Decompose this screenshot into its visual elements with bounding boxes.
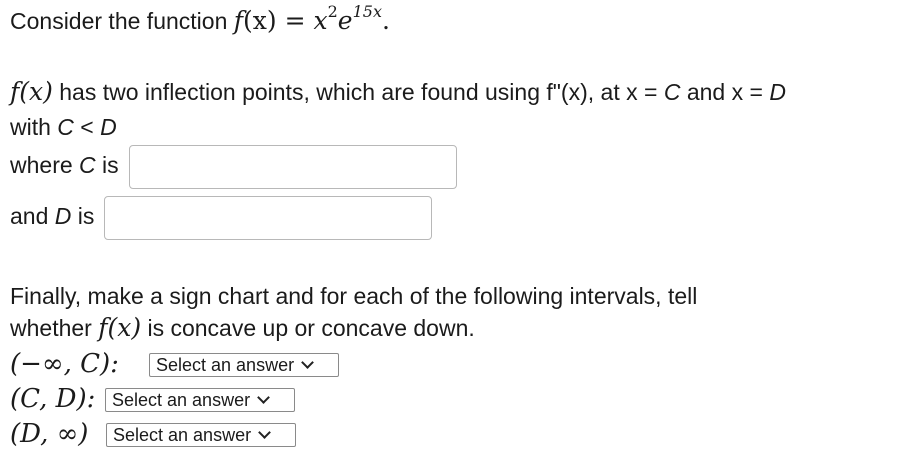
sign-chart-line1: Finally, make a sign chart and for each … (10, 281, 697, 311)
interval-select-3[interactable]: Select an answer (106, 423, 296, 447)
interval-select-1[interactable]: Select an answer (149, 353, 339, 377)
d-value-input[interactable] (104, 196, 432, 240)
base-var: x (313, 6, 328, 35)
interval-label-2: (C, D): (10, 384, 96, 414)
interval-select-2-value: Select an answer (112, 389, 251, 410)
and-text-d: and (10, 203, 55, 229)
c-answer-label: where C is (10, 150, 119, 180)
interval-label-1: (−∞, C): (10, 349, 119, 379)
c-value-input[interactable] (129, 145, 457, 189)
inflection-sentence: f(x) has two inflection points, which ar… (10, 77, 786, 107)
intro-text: Consider the function (10, 8, 228, 34)
condition-sentence: with C < D (10, 112, 117, 142)
sign-chart-text1: Finally, make a sign chart and for each … (10, 283, 698, 309)
equals-sign: = (284, 6, 306, 35)
where-text: where (10, 152, 80, 178)
inflection-func-label: f(x) (10, 77, 53, 106)
x-eq-c: x = (626, 79, 664, 105)
func-name: f (233, 6, 244, 35)
d-var: D (769, 79, 786, 105)
and-text: and (680, 79, 732, 105)
interval-select-2[interactable]: Select an answer (105, 388, 295, 412)
question-intro: Consider the function f(x) = x2e15x. (10, 2, 390, 39)
chevron-down-icon (258, 426, 271, 439)
c-label-var: C (79, 152, 96, 178)
chevron-down-icon (301, 356, 314, 369)
c-var: C (663, 79, 681, 105)
sign-chart-pre: whether (10, 315, 99, 341)
interval-select-3-value: Select an answer (113, 424, 252, 445)
interval-select-1-value: Select an answer (156, 354, 295, 375)
is-text: is (95, 152, 119, 178)
with-text: with (10, 114, 58, 140)
sign-chart-func: f(x) (98, 313, 142, 342)
d-label-var: D (54, 203, 72, 229)
d-answer-label: and D is (10, 201, 94, 231)
base-exponent: 2 (327, 2, 338, 21)
interval-label-3: (D, ∞) (10, 419, 89, 449)
exp-base: e (337, 6, 353, 35)
func-arg: (x) (243, 6, 277, 35)
sign-chart-line2: whether f(x) is concave up or concave do… (10, 313, 475, 343)
exp-power: 15x (352, 2, 382, 21)
chevron-down-icon (257, 391, 270, 404)
less-than: < (73, 114, 101, 140)
inflection-text: has two inflection points, which are fou… (52, 79, 627, 105)
cond-d: D (100, 114, 117, 140)
sign-chart-post: is concave up or concave down. (141, 315, 475, 341)
is-text-d: is (71, 203, 95, 229)
x-eq-d: x = (731, 79, 770, 105)
cond-c: C (57, 114, 74, 140)
function-expression: f(x) = x2e15x. (233, 2, 390, 35)
period: . (381, 6, 390, 35)
